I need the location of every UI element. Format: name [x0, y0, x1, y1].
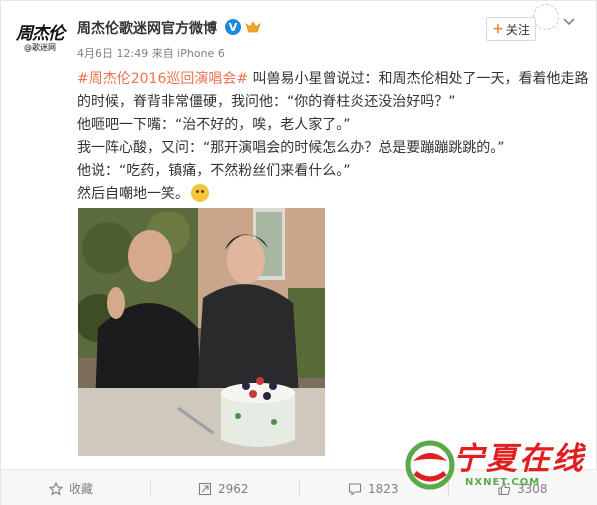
follow-button[interactable]: + 关注 [486, 17, 536, 41]
avatar-logo-sub: @歌迷网 [24, 43, 56, 52]
post-line-2: 的时候，脊背非常僵硬，我问他：“你的脊柱炎还没治好吗？” [77, 94, 456, 110]
action-divider [299, 480, 300, 497]
plus-icon: + [492, 21, 504, 37]
chevron-down-icon[interactable] [562, 15, 576, 29]
vip-icon [245, 21, 261, 33]
post-line-6: 然后自嘲地一笑。 [77, 186, 189, 202]
post-line-5: 他说：“吃药，镇痛，不然粉丝们来看什么。” [77, 163, 351, 179]
comment-icon [348, 482, 362, 496]
favorite-button[interactable]: 收藏 [49, 470, 93, 505]
weibo-card: 周杰伦 @歌迷网 周杰伦歌迷网官方微博 V 4月6日 12:49 来自 iPho… [0, 0, 597, 505]
post-photo[interactable] [78, 208, 325, 456]
post-line-3: 他咂吧一下嘴：“治不好的，唉，老人家了。” [77, 117, 351, 133]
watermark-url: NXNET.COM [465, 477, 541, 488]
hashtag-link[interactable]: #周杰伦2016巡回演唱会# [77, 71, 248, 87]
username-link[interactable]: 周杰伦歌迷网官方微博 [77, 18, 217, 38]
avatar-logo-main: 周杰伦 [16, 24, 65, 44]
verified-icon: V [225, 19, 241, 35]
watermark-text: 宁夏在线 [453, 441, 585, 477]
star-icon [49, 481, 63, 496]
repost-icon [198, 482, 212, 495]
post-text: #周杰伦2016巡回演唱会# 叫兽易小星曾说过：和周杰伦相处了一天，看着他走路 … [77, 68, 589, 206]
watermark-logo [405, 440, 455, 490]
favorite-label: 收藏 [69, 482, 94, 496]
follow-label: 关注 [505, 22, 530, 37]
laugh-cry-emoji [191, 184, 209, 202]
repost-count: 2962 [218, 481, 249, 496]
watermark: 宁夏在线 NXNET.COM [405, 433, 595, 503]
comment-count: 1823 [368, 481, 399, 496]
action-divider [150, 480, 151, 497]
avatar[interactable]: 周杰伦 @歌迷网 [13, 19, 67, 59]
comment-button[interactable]: 1823 [348, 470, 399, 505]
stamp-mark [533, 4, 559, 30]
post-meta: 4月6日 12:49 来自 iPhone 6 [77, 47, 225, 60]
post-line-1: 叫兽易小星曾说过：和周杰伦相处了一天，看着他走路 [248, 71, 589, 87]
post-line-4: 我一阵心酸，又问：“那开演唱会的时候怎么办？总是要蹦蹦跳跳的。” [77, 140, 505, 156]
repost-button[interactable]: 2962 [198, 470, 249, 505]
